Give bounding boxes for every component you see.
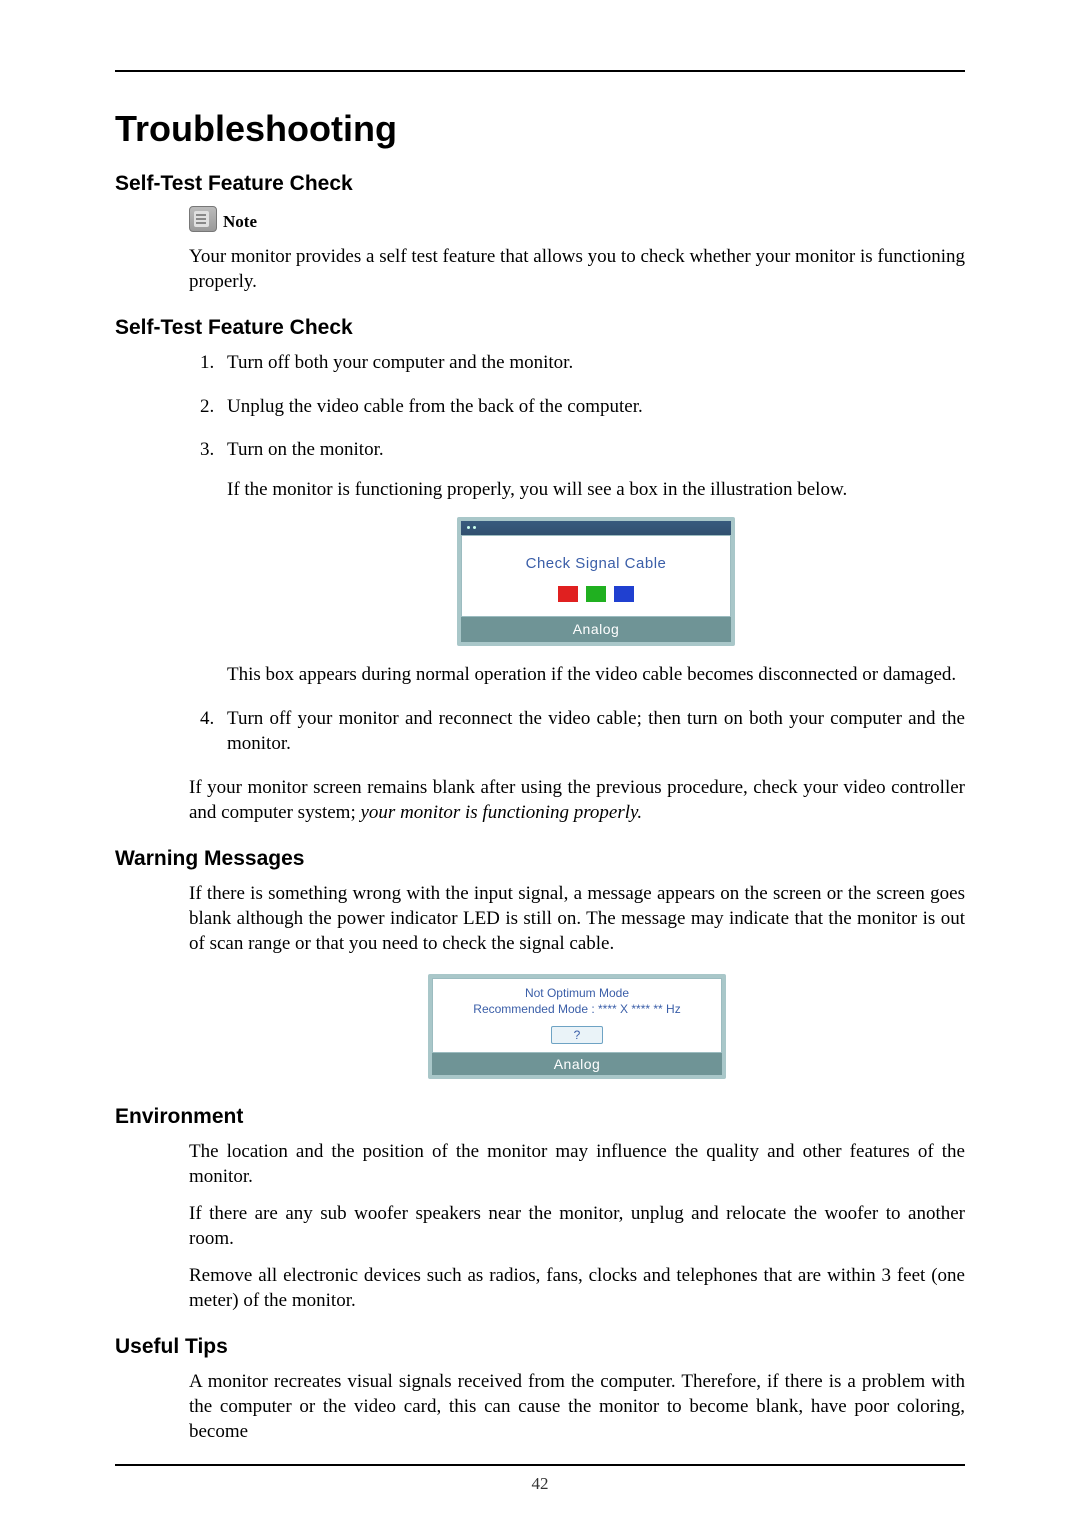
environment-p1: The location and the position of the mon… xyxy=(189,1139,965,1189)
page-number: 42 xyxy=(115,1474,965,1494)
closing-text-b: your monitor is functioning properly. xyxy=(361,802,643,823)
step-2: Unplug the video cable from the back of … xyxy=(219,394,965,420)
color-swatches xyxy=(462,586,730,602)
page: Troubleshooting Self-Test Feature Check … xyxy=(0,0,1080,1534)
page-title: Troubleshooting xyxy=(115,108,965,150)
warning-body-wrap: If there is something wrong with the inp… xyxy=(189,881,965,1083)
step-3-text: Turn on the monitor. xyxy=(227,437,965,463)
tips-p1: A monitor recreates visual signals recei… xyxy=(189,1369,965,1444)
figure-check-signal-cable: Check Signal Cable Analog xyxy=(457,517,735,646)
steps-list: Turn off both your computer and the moni… xyxy=(115,350,965,757)
tips-body-wrap: A monitor recreates visual signals recei… xyxy=(189,1369,965,1444)
dot-icon xyxy=(467,526,470,529)
heading-environment: Environment xyxy=(115,1105,965,1129)
step-3: Turn on the monitor. If the monitor is f… xyxy=(219,437,965,687)
self-test-closing: If your monitor screen remains blank aft… xyxy=(189,775,965,825)
heading-warning: Warning Messages xyxy=(115,847,965,871)
step-4: Turn off your monitor and reconnect the … xyxy=(219,706,965,757)
environment-p3: Remove all electronic devices such as ra… xyxy=(189,1263,965,1313)
figure-2-line1: Not Optimum Mode xyxy=(433,985,721,1001)
note-label: Note xyxy=(223,206,257,232)
note-body-wrap: Your monitor provides a self test featur… xyxy=(189,244,965,294)
note-icon xyxy=(189,206,217,232)
note-body: Your monitor provides a self test featur… xyxy=(189,244,965,294)
figure-2-body: Not Optimum Mode Recommended Mode : ****… xyxy=(432,978,722,1052)
heading-self-test-1: Self-Test Feature Check xyxy=(115,172,965,196)
figure-2-button: ? xyxy=(551,1026,604,1044)
top-rule xyxy=(115,70,965,72)
heading-useful-tips: Useful Tips xyxy=(115,1335,965,1359)
figure-2-wrap: Not Optimum Mode Recommended Mode : ****… xyxy=(189,968,965,1082)
figure-1-title: Check Signal Cable xyxy=(462,554,730,574)
figure-1-body: Check Signal Cable xyxy=(461,535,731,617)
note-row: Note xyxy=(189,206,965,232)
swatch-red-icon xyxy=(558,586,578,602)
figure-1-wrap: Check Signal Cable Analog xyxy=(227,517,965,662)
figure-1-footer: Analog xyxy=(461,617,731,642)
figure-2-footer: Analog xyxy=(432,1053,722,1075)
figure-2-line2: Recommended Mode : **** X **** ** Hz xyxy=(433,1001,721,1017)
self-test-closing-wrap: If your monitor screen remains blank aft… xyxy=(189,775,965,825)
swatch-green-icon xyxy=(586,586,606,602)
environment-body-wrap: The location and the position of the mon… xyxy=(189,1139,965,1313)
environment-p2: If there are any sub woofer speakers nea… xyxy=(189,1201,965,1251)
step-1: Turn off both your computer and the moni… xyxy=(219,350,965,376)
figure-1-header xyxy=(461,521,731,535)
swatch-blue-icon xyxy=(614,586,634,602)
bottom-rule xyxy=(115,1464,965,1466)
dot-icon xyxy=(473,526,476,529)
warning-body: If there is something wrong with the inp… xyxy=(189,881,965,956)
figure-not-optimum-mode: Not Optimum Mode Recommended Mode : ****… xyxy=(428,974,726,1078)
step-3c-text: This box appears during normal operation… xyxy=(227,662,965,688)
heading-self-test-2: Self-Test Feature Check xyxy=(115,316,965,340)
step-3b-text: If the monitor is functioning properly, … xyxy=(227,477,965,503)
